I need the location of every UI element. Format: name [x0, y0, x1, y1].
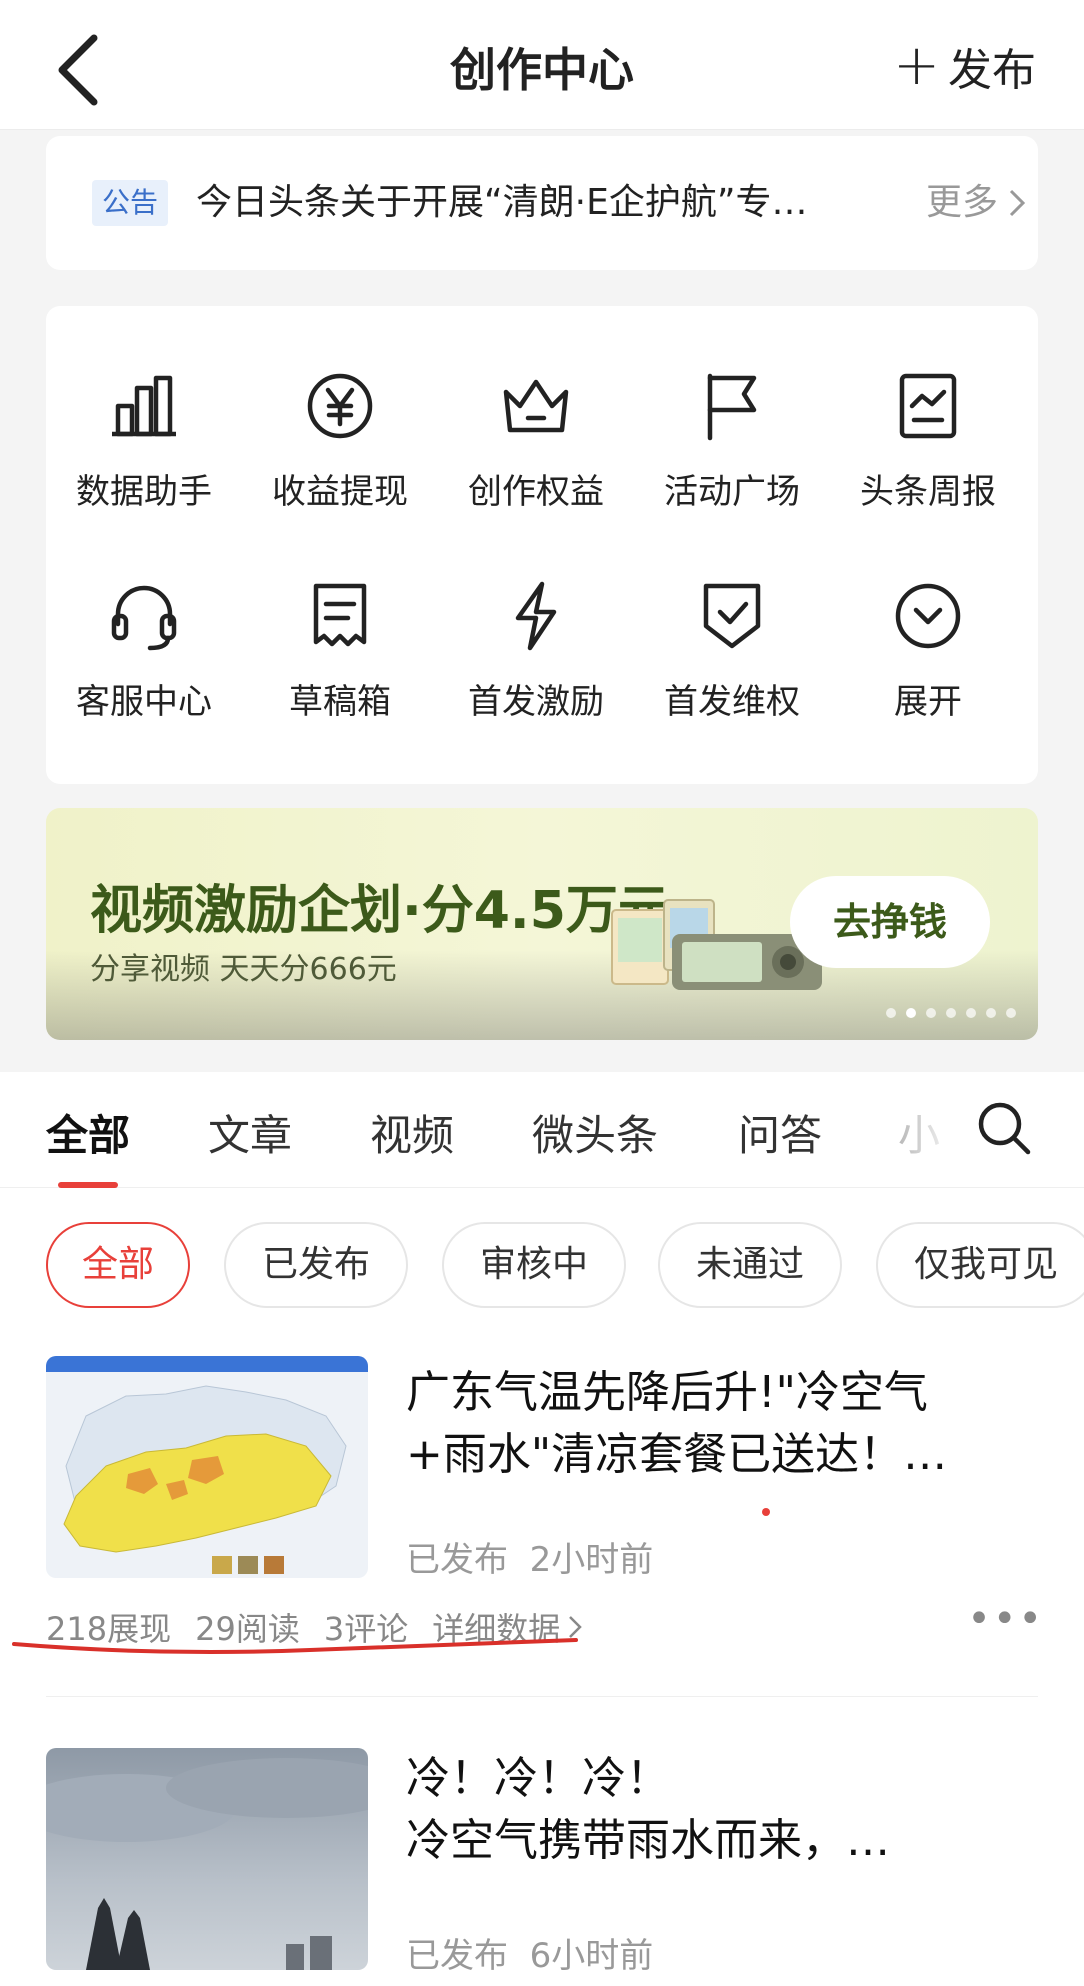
camera-illustration	[611, 899, 822, 990]
yuan-icon	[307, 373, 373, 439]
tool-first-post-rights[interactable]: 首发维权	[634, 576, 830, 723]
more-options-icon[interactable]: •••	[967, 1596, 1044, 1642]
item-meta: 已发布 2小时前	[406, 1532, 653, 1581]
filter-under-review[interactable]: 审核中	[442, 1222, 626, 1308]
announcement-bar[interactable]: 公告 今日头条关于开展“清朗·E企护航”专… 更多	[46, 136, 1038, 270]
crown-icon	[503, 379, 569, 433]
tool-label: 草稿箱	[289, 682, 391, 722]
carousel-dots	[886, 1008, 1016, 1018]
earn-money-button[interactable]: 去挣钱	[790, 876, 990, 968]
tool-creator-rights[interactable]: 创作权益	[438, 366, 634, 513]
carousel-dot	[886, 1008, 896, 1018]
tool-label: 首发维权	[664, 682, 800, 722]
tools-grid: 数据助手 收益提现 创作权益 活动广场 头条周报 客服中心 草稿箱 首发激励 首…	[46, 306, 1038, 784]
item-time: 2小时前	[529, 1540, 654, 1580]
chevron-right-icon	[1009, 189, 1026, 217]
shield-check-icon	[703, 583, 761, 649]
content-list: 全部 已发布 审核中 未通过 仅我可见 广东气温先降后升!"冷空气 +雨水"清凉…	[0, 1188, 1084, 1986]
carousel-dot	[946, 1008, 956, 1018]
tool-label: 客服中心	[76, 682, 212, 722]
list-item[interactable]: 广东气温先降后升!"冷空气 +雨水"清凉套餐已送达！… 已发布 2小时前 218…	[0, 1356, 1084, 1656]
tab-articles[interactable]: 文章	[208, 1102, 292, 1163]
content-tabs: 全部 文章 视频 微头条 问答 小	[0, 1072, 1084, 1188]
promo-banner[interactable]: 视频激励企划·分4.5万元 分享视频 天天分666元 去挣钱	[46, 808, 1038, 1040]
carousel-dot	[966, 1008, 976, 1018]
item-status: 已发布	[406, 1540, 508, 1580]
tab-fade	[900, 1092, 960, 1162]
tool-first-post-incentive[interactable]: 首发激励	[438, 576, 634, 723]
tool-label: 创作权益	[468, 472, 604, 512]
tool-customer-service[interactable]: 客服中心	[46, 576, 242, 723]
publish-button[interactable]: + 发布	[893, 34, 1036, 98]
cloudy-sky-thumbnail	[46, 1748, 368, 1970]
tool-earnings[interactable]: 收益提现	[242, 366, 438, 513]
carousel-dot	[986, 1008, 996, 1018]
carousel-dot	[906, 1008, 916, 1018]
more-link[interactable]: 更多	[926, 176, 1026, 230]
status-filters: 全部 已发布 审核中 未通过 仅我可见	[0, 1222, 1084, 1312]
tool-data-assistant[interactable]: 数据助手	[46, 366, 242, 513]
top-nav-bar: 创作中心 + 发布	[0, 0, 1084, 130]
item-meta: 已发布 6小时前	[406, 1928, 653, 1977]
tab-micro-posts[interactable]: 微头条	[532, 1102, 658, 1163]
announcement-tag: 公告	[92, 180, 169, 226]
draft-icon	[313, 583, 367, 647]
filter-all[interactable]: 全部	[46, 1222, 190, 1308]
tool-label: 首发激励	[468, 682, 604, 722]
carousel-dot	[1006, 1008, 1016, 1018]
report-icon	[899, 373, 957, 439]
search-icon[interactable]	[974, 1098, 1034, 1158]
filter-rejected[interactable]: 未通过	[658, 1222, 842, 1308]
tool-expand[interactable]: 展开	[830, 576, 1026, 723]
banner-subtext: 分享视频 天天分666元	[90, 952, 397, 987]
item-title[interactable]: 广东气温先降后升!"冷空气 +雨水"清凉套餐已送达！…	[406, 1362, 1026, 1486]
divider	[46, 1696, 1038, 1697]
publish-label: 发布	[948, 45, 1036, 96]
expand-icon	[895, 583, 961, 649]
filter-published[interactable]: 已发布	[224, 1222, 408, 1308]
carousel-dot	[926, 1008, 936, 1018]
guangdong-map-thumbnail	[46, 1356, 368, 1578]
unread-dot	[762, 1508, 770, 1516]
filter-private[interactable]: 仅我可见	[876, 1222, 1084, 1308]
item-title-line: 广东气温先降后升!"冷空气	[406, 1367, 928, 1418]
item-status: 已发布	[406, 1936, 508, 1976]
plus-icon: +	[893, 33, 940, 98]
announcement-text[interactable]: 今日头条关于开展“清朗·E企护航”专…	[196, 176, 886, 230]
item-title-line: 冷！冷！冷！	[406, 1753, 670, 1804]
tool-label: 数据助手	[76, 472, 212, 512]
item-title[interactable]: 冷！冷！冷！ 冷空气携带雨水而来，…	[406, 1748, 1026, 1872]
hand-drawn-underline	[12, 1638, 578, 1654]
flag-icon	[707, 373, 757, 441]
tool-weekly-report[interactable]: 头条周报	[830, 366, 1026, 513]
more-label: 更多	[926, 182, 999, 223]
tool-label: 头条周报	[860, 472, 996, 512]
tab-all[interactable]: 全部	[46, 1102, 130, 1163]
bar-chart-icon	[112, 375, 176, 437]
tool-drafts[interactable]: 草稿箱	[242, 576, 438, 723]
list-item[interactable]: 冷！冷！冷！ 冷空气携带雨水而来，… 已发布 6小时前	[0, 1748, 1084, 1986]
item-title-line: +雨水"清凉套餐已送达！…	[406, 1429, 948, 1480]
tool-activity-square[interactable]: 活动广场	[634, 366, 830, 513]
tab-videos[interactable]: 视频	[370, 1102, 454, 1163]
tool-label: 展开	[894, 682, 962, 722]
tab-qa[interactable]: 问答	[738, 1102, 822, 1163]
tool-label: 收益提现	[272, 472, 408, 512]
tool-label: 活动广场	[664, 472, 800, 512]
headset-icon	[111, 585, 177, 651]
item-time: 6小时前	[529, 1936, 654, 1976]
lightning-icon	[515, 581, 557, 651]
item-title-line: 冷空气携带雨水而来，…	[406, 1815, 890, 1866]
